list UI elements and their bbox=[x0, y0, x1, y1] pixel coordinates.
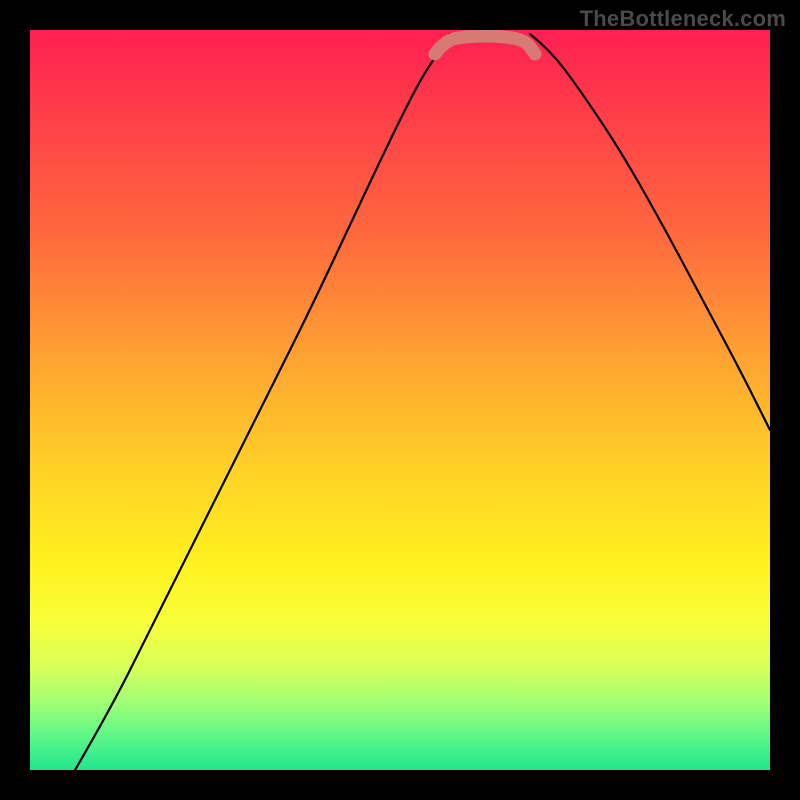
plot-area bbox=[30, 30, 770, 770]
bottleneck-curve-right bbox=[530, 34, 770, 430]
bottleneck-curve-left bbox=[75, 34, 450, 770]
chart-stage: TheBottleneck.com bbox=[0, 0, 800, 800]
watermark-text: TheBottleneck.com bbox=[580, 6, 786, 32]
sweet-spot-band bbox=[435, 36, 535, 54]
curve-layer bbox=[30, 30, 770, 770]
